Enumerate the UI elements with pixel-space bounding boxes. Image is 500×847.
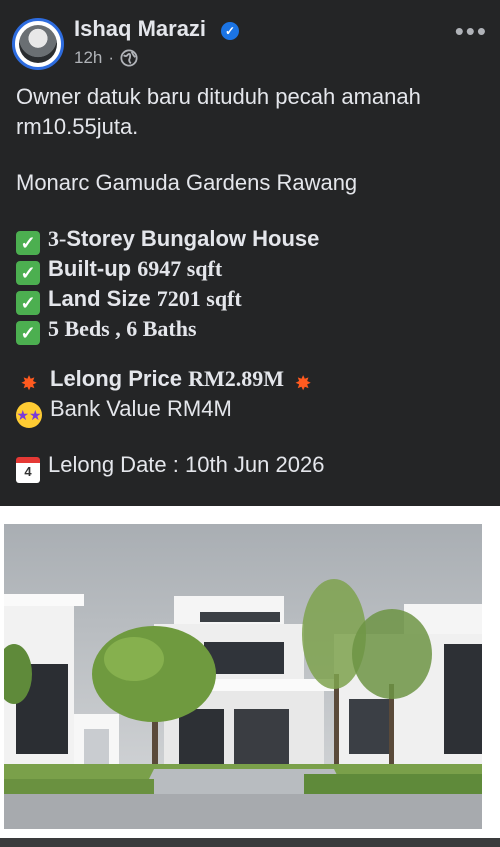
more-options-icon[interactable]: ••• — [455, 16, 488, 47]
feature-text: 5 Beds , 6 Baths — [48, 316, 197, 341]
post-line: rm10.55juta. — [16, 114, 139, 139]
check-mark-icon: ✓ — [16, 231, 40, 255]
post-line: Owner datuk baru dituduh pecah amanah — [16, 84, 421, 109]
bank-line: ★★ Bank Value RM4M — [16, 394, 486, 428]
calendar-icon: 4 — [16, 457, 40, 483]
post-body: Owner datuk baru dituduh pecah amanah rm… — [16, 82, 486, 483]
check-mark-icon: ✓ — [16, 291, 40, 315]
post-photo[interactable] — [4, 524, 482, 829]
lelong-date: Lelong Date : 10th Jun 2026 — [48, 452, 325, 477]
feature-text: Built-up — [48, 256, 138, 281]
globe-icon — [120, 49, 138, 67]
next-post-strip — [0, 838, 500, 847]
meta-separator: · — [108, 48, 115, 67]
bank-value: Bank Value RM4M — [50, 396, 232, 421]
price-label: Lelong Price — [50, 366, 189, 391]
feature-text: Land Size — [48, 286, 157, 311]
feature-line: ✓ 3-Storey Bungalow House — [16, 224, 486, 255]
feature-text: 6947 sqft — [137, 256, 223, 281]
post-header: Ishaq Marazi ✓ 12h · ••• — [0, 0, 500, 76]
avatar-image — [19, 25, 57, 63]
verified-icon: ✓ — [221, 22, 239, 40]
post-line: Monarc Gamuda Gardens Rawang — [16, 170, 358, 195]
avatar[interactable] — [12, 18, 64, 70]
author-name[interactable]: Ishaq Marazi — [74, 16, 206, 42]
collision-icon: ✸ — [294, 373, 312, 395]
price-line: ✸ Lelong Price RM2.89M ✸ — [16, 364, 486, 395]
price-value: RM2.89M — [188, 366, 285, 391]
post-meta: 12h · — [74, 48, 138, 68]
feature-line: ✓ Land Size 7201 sqft — [16, 284, 486, 315]
feature-text: 7201 sqft — [156, 286, 242, 311]
feature-text: Storey Bungalow House — [66, 226, 320, 251]
star-struck-icon: ★★ — [16, 402, 42, 428]
post-photo-frame[interactable] — [0, 506, 500, 841]
check-mark-icon: ✓ — [16, 261, 40, 285]
feature-text: 3- — [48, 226, 67, 251]
post-time[interactable]: 12h — [74, 48, 102, 68]
feature-line: ✓ 5 Beds , 6 Baths — [16, 314, 486, 345]
feature-line: ✓ Built-up 6947 sqft — [16, 254, 486, 285]
date-line: 4 Lelong Date : 10th Jun 2026 — [16, 450, 486, 483]
check-mark-icon: ✓ — [16, 321, 40, 345]
